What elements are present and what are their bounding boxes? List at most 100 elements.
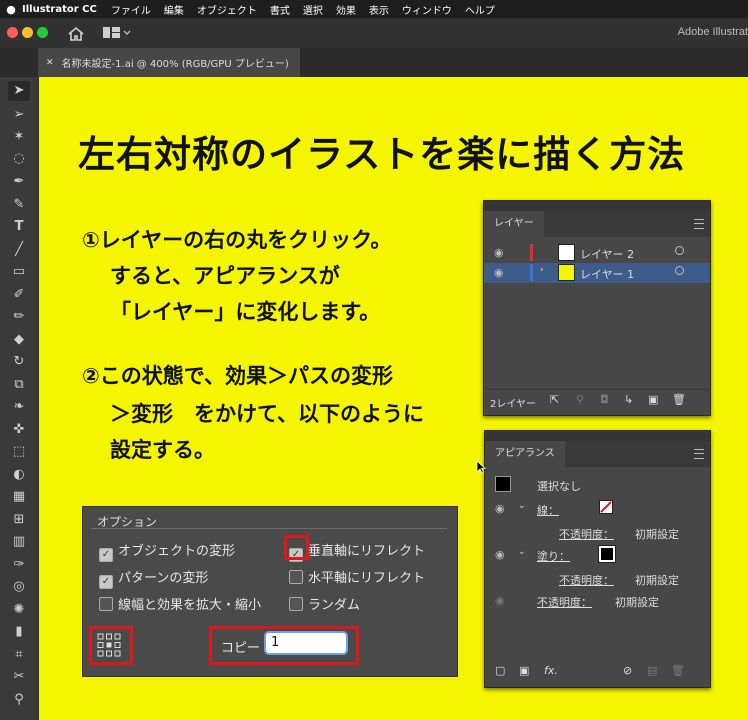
add-new-stroke-icon[interactable]: ▢ (495, 664, 505, 677)
add-new-fill-icon[interactable]: ▣ (519, 664, 529, 677)
transform-patterns-option[interactable]: ✓ パターンの変形 (99, 567, 208, 589)
mesh-tool-icon[interactable]: ⊞ (8, 510, 30, 530)
object-opacity-row[interactable]: ◉ 不透明度： 初期設定 (485, 591, 710, 611)
scale-tool-icon[interactable]: ⧉ (8, 375, 30, 395)
symbol-sprayer-tool-icon[interactable]: ✺ (8, 600, 30, 620)
blend-tool-icon[interactable]: ◎ (8, 577, 30, 597)
app-menu[interactable]: Illustrator CC (22, 4, 97, 15)
fill-label[interactable]: 塗り： (537, 548, 570, 564)
type-tool-icon[interactable]: T (8, 217, 30, 237)
appearance-tab[interactable]: アピアランス (485, 441, 565, 467)
checkbox-checked-icon[interactable]: ✓ (99, 575, 113, 589)
magic-wand-tool-icon[interactable]: ✶ (8, 127, 30, 147)
panel-grip[interactable] (485, 431, 710, 441)
eyedropper-tool-icon[interactable]: ✑ (8, 555, 30, 575)
curvature-tool-icon[interactable]: ✎ (8, 195, 30, 215)
menu-file[interactable]: ファイル (111, 2, 151, 17)
visibility-eye-icon[interactable]: ◉ (494, 266, 504, 279)
fill-swatch-icon[interactable] (598, 545, 616, 563)
duplicate-item-icon[interactable]: ▤ (647, 664, 657, 677)
opacity-label[interactable]: 不透明度： (559, 572, 614, 588)
new-layer-icon[interactable]: ▣ (648, 393, 658, 406)
transform-objects-option[interactable]: ✓ オブジェクトの変形 (99, 540, 235, 562)
locate-object-icon[interactable]: ⚲ (576, 393, 584, 406)
visibility-eye-icon[interactable]: ◉ (494, 246, 504, 259)
panel-menu-icon[interactable] (694, 219, 704, 229)
column-graph-tool-icon[interactable]: ▮ (8, 622, 30, 642)
panel-menu-icon[interactable] (694, 449, 704, 459)
line-tool-icon[interactable]: ╱ (8, 240, 30, 260)
delete-item-icon[interactable]: 🗑 (671, 664, 685, 677)
checkbox-icon[interactable] (289, 597, 303, 611)
visibility-eye-icon[interactable]: ◉ (495, 594, 505, 607)
zoom-window-button[interactable] (37, 27, 48, 38)
opacity-label[interactable]: 不透明度： (537, 594, 592, 610)
home-icon[interactable] (67, 26, 85, 41)
add-effect-icon[interactable]: fx. (544, 664, 558, 677)
target-circle-icon[interactable] (675, 246, 684, 255)
menu-select[interactable]: 選択 (303, 2, 323, 17)
target-circle-icon[interactable] (675, 266, 684, 275)
menu-type[interactable]: 書式 (270, 2, 290, 17)
opacity-label[interactable]: 不透明度： (559, 526, 614, 542)
menu-edit[interactable]: 編集 (164, 2, 184, 17)
rectangle-tool-icon[interactable]: ▭ (8, 262, 30, 282)
copies-value[interactable]: 1 (271, 635, 279, 650)
visibility-eye-icon[interactable]: ◉ (495, 548, 505, 561)
free-transform-tool-icon[interactable]: ⬚ (8, 442, 30, 462)
copies-input[interactable]: 1 (266, 633, 346, 653)
reflect-x-option[interactable]: ✓ 垂直軸にリフレクト (289, 540, 425, 562)
fill-row[interactable]: ◉ ⌄ 塗り： (485, 545, 710, 565)
menu-help[interactable]: ヘルプ (465, 2, 495, 17)
minimize-window-button[interactable] (22, 27, 33, 38)
trash-icon[interactable]: 🗑 (672, 393, 686, 406)
lasso-tool-icon[interactable]: ◌ (8, 149, 30, 169)
eraser-tool-icon[interactable]: ◆ (8, 330, 30, 350)
paintbrush-tool-icon[interactable]: ✐ (8, 285, 30, 305)
new-sublayer-icon[interactable]: ↳ (624, 393, 633, 406)
menu-window[interactable]: ウィンドウ (402, 2, 452, 17)
artboard-tool-icon[interactable]: ⌗ (8, 645, 30, 665)
checkbox-icon[interactable] (99, 597, 113, 611)
stroke-row[interactable]: ◉ ⌄ 線： (485, 499, 710, 519)
scale-strokes-option[interactable]: 線幅と効果を拡大・縮小 (99, 594, 261, 613)
slice-tool-icon[interactable]: ✂ (8, 667, 30, 687)
apple-icon[interactable]: ● (0, 3, 22, 16)
shaper-tool-icon[interactable]: ✏ (8, 307, 30, 327)
stroke-none-swatch-icon[interactable] (599, 500, 613, 514)
stroke-opacity-row[interactable]: 不透明度： 初期設定 (485, 523, 710, 543)
gradient-tool-icon[interactable]: ▥ (8, 532, 30, 552)
clear-appearance-icon[interactable]: ⊘ (623, 664, 632, 677)
export-icon[interactable]: ⇱ (550, 393, 559, 406)
layer-row[interactable]: ◉ レイヤー 2 (484, 243, 710, 263)
layer-row-selected[interactable]: ◉ › レイヤー 1 (484, 263, 710, 283)
panel-grip[interactable] (484, 201, 710, 211)
reference-point-locator-icon[interactable] (97, 633, 121, 657)
document-tab[interactable]: ✕ 名称未設定-1.ai @ 400% (RGB/GPU プレビュー) (38, 48, 300, 77)
make-clipping-mask-icon[interactable]: ◘ (600, 393, 609, 406)
menu-object[interactable]: オブジェクト (197, 2, 257, 17)
warp-tool-icon[interactable]: ❧ (8, 397, 30, 417)
direct-selection-tool-icon[interactable]: ➢ (8, 105, 30, 125)
visibility-eye-icon[interactable]: ◉ (495, 502, 505, 515)
shape-builder-tool-icon[interactable]: ◐ (8, 465, 30, 485)
menu-view[interactable]: 表示 (369, 2, 389, 17)
expand-chevron-icon[interactable]: ⌄ (518, 501, 526, 511)
close-tab-icon[interactable]: ✕ (46, 58, 54, 68)
pen-tool-icon[interactable]: ✒ (8, 172, 30, 192)
workspace-switcher-icon[interactable] (103, 27, 131, 39)
expand-chevron-icon[interactable]: › (540, 265, 544, 275)
expand-chevron-icon[interactable]: ⌄ (518, 547, 526, 557)
reflect-y-option[interactable]: 水平軸にリフレクト (289, 567, 425, 586)
rotate-tool-icon[interactable]: ↻ (8, 352, 30, 372)
layer-name[interactable]: レイヤー 2 (580, 246, 634, 262)
selection-tool-icon[interactable]: ➤ (8, 81, 30, 101)
menu-effect[interactable]: 効果 (336, 2, 356, 17)
random-option[interactable]: ランダム (289, 594, 360, 613)
checkbox-icon[interactable] (289, 570, 303, 584)
close-window-button[interactable] (7, 27, 18, 38)
fill-opacity-row[interactable]: 不透明度： 初期設定 (485, 569, 710, 589)
perspective-grid-tool-icon[interactable]: ▦ (8, 487, 30, 507)
checkbox-checked-icon[interactable]: ✓ (99, 548, 113, 562)
layer-name[interactable]: レイヤー 1 (580, 266, 634, 282)
